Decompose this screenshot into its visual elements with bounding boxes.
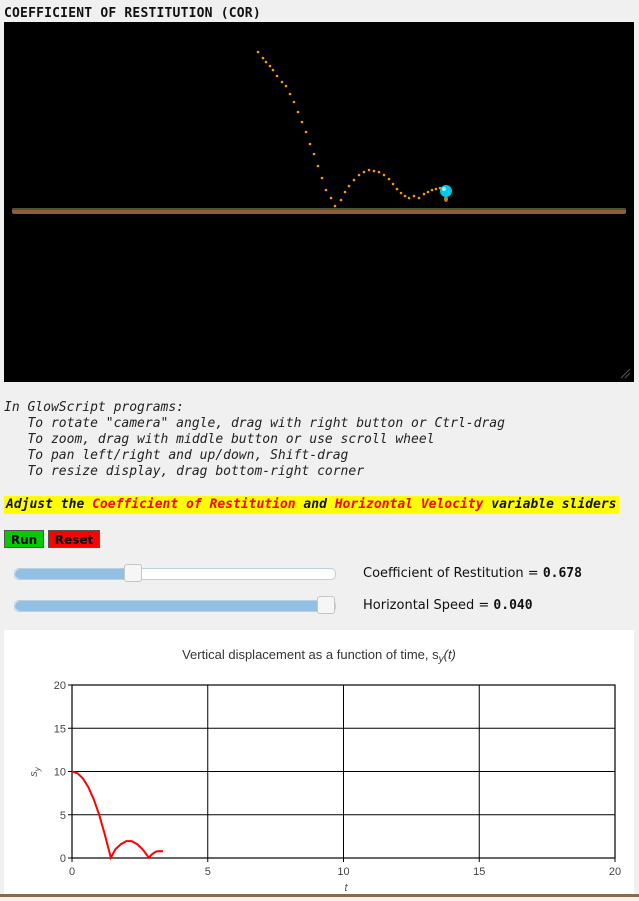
displacement-graph: Vertical displacement as a function of t… [4,630,634,897]
trail-dot [284,84,288,88]
y-tick-label: 20 [54,680,66,692]
instruction-line: In GlowScript programs: [4,400,185,415]
x-axis-label: t [344,882,348,894]
trail-dot [430,188,434,192]
trail-dot [312,152,316,156]
x-tick-label: 0 [69,866,75,878]
trail-dot [357,173,361,177]
trail-dot [412,194,416,198]
instruction-line: To rotate "camera" angle, drag with righ… [4,416,505,431]
trail-dot [417,196,421,200]
trail-dot [391,182,395,186]
trail-dot [316,164,320,168]
resize-handle-icon[interactable] [620,368,631,379]
trail-dot [271,68,275,72]
trail-dot [329,196,333,200]
y-tick-label: 5 [60,810,66,822]
y-tick-label: 0 [60,853,66,865]
speed-slider-fill [15,601,326,611]
floor-top-edge [12,208,626,210]
run-button[interactable]: Run [4,530,44,548]
trail-dot [399,191,403,195]
page-title: COEFFICIENT OF RESTITUTION (COR) [4,6,261,21]
trail-dot [324,188,328,192]
trail-dot [403,194,407,198]
trail-dot [292,100,296,104]
instruction-banner: Adjust the Coefficient of Restitution an… [4,496,619,514]
trail-dot [395,187,399,191]
cor-value: 0.678 [542,566,582,581]
trail-dot [377,170,381,174]
trail-dot [275,74,279,78]
banner-suffix: variable sliders [483,497,617,512]
trail-dot [422,192,426,196]
cor-label-text: Coefficient of Restitution = [363,566,543,581]
trail-dot [367,168,371,172]
trail-dot [264,60,268,64]
glowscript-3d-canvas[interactable] [4,22,634,382]
trail-dot [343,190,347,194]
cor-label: Coefficient of Restitution = 0.678 [363,566,582,581]
x-tick-label: 10 [337,866,349,878]
cor-slider-handle[interactable] [124,564,142,582]
horizontal-speed-slider[interactable] [14,596,336,614]
y-axis-label: sy [28,766,42,777]
trail-dot [308,142,312,146]
trail-dot [256,50,260,54]
trail-dot [382,173,386,177]
trail-dot [296,110,300,114]
speed-slider-handle[interactable] [317,596,335,614]
x-tick-label: 20 [609,866,621,878]
chart-title: Vertical displacement as a function of t… [182,647,456,665]
trail-dot [372,169,376,173]
trail-dot [387,177,391,181]
trail-dot [320,176,324,180]
banner-highlight-velocity: Horizontal Velocity [334,497,484,512]
trail-dot [352,178,356,182]
instruction-line: To zoom, drag with middle button or use … [4,432,435,447]
instruction-line: To pan left/right and up/down, Shift-dra… [4,448,349,463]
scene-svg [12,50,631,379]
trail-dot [407,196,411,200]
speed-value: 0.040 [493,598,533,613]
trail-dot [434,187,438,191]
cor-slider[interactable] [14,564,336,582]
trail-dot [362,170,366,174]
cor-slider-fill [15,569,133,579]
ball-highlight [442,187,446,191]
x-tick-label: 5 [205,866,211,878]
trail-dot [426,190,430,194]
y-tick-label: 10 [54,767,66,779]
instructions: In GlowScript programs: To rotate "camer… [4,400,505,480]
reset-button[interactable]: Reset [48,530,100,548]
y-tick-label: 15 [54,723,66,735]
banner-highlight-cor: Coefficient of Restitution [92,497,296,512]
trail-dot [347,184,351,188]
trail-dot [339,198,343,202]
chart-svg: Vertical displacement as a function of t… [28,647,621,894]
trail-dot [280,80,284,84]
trail-dot [333,204,337,208]
ball[interactable] [440,185,452,197]
banner-prefix: Adjust the [6,497,93,512]
ball-trail [256,50,442,208]
trail-dot [268,64,272,68]
trail-dot [261,56,265,60]
banner-middle: and [295,497,335,512]
speed-label-text: Horizontal Speed = [363,598,494,613]
x-tick-label: 15 [473,866,485,878]
trail-dot [288,92,292,96]
trail-dot [304,130,308,134]
instruction-line: To resize display, drag bottom-right cor… [4,464,365,479]
speed-label: Horizontal Speed = 0.040 [363,598,533,613]
trail-dot [300,120,304,124]
